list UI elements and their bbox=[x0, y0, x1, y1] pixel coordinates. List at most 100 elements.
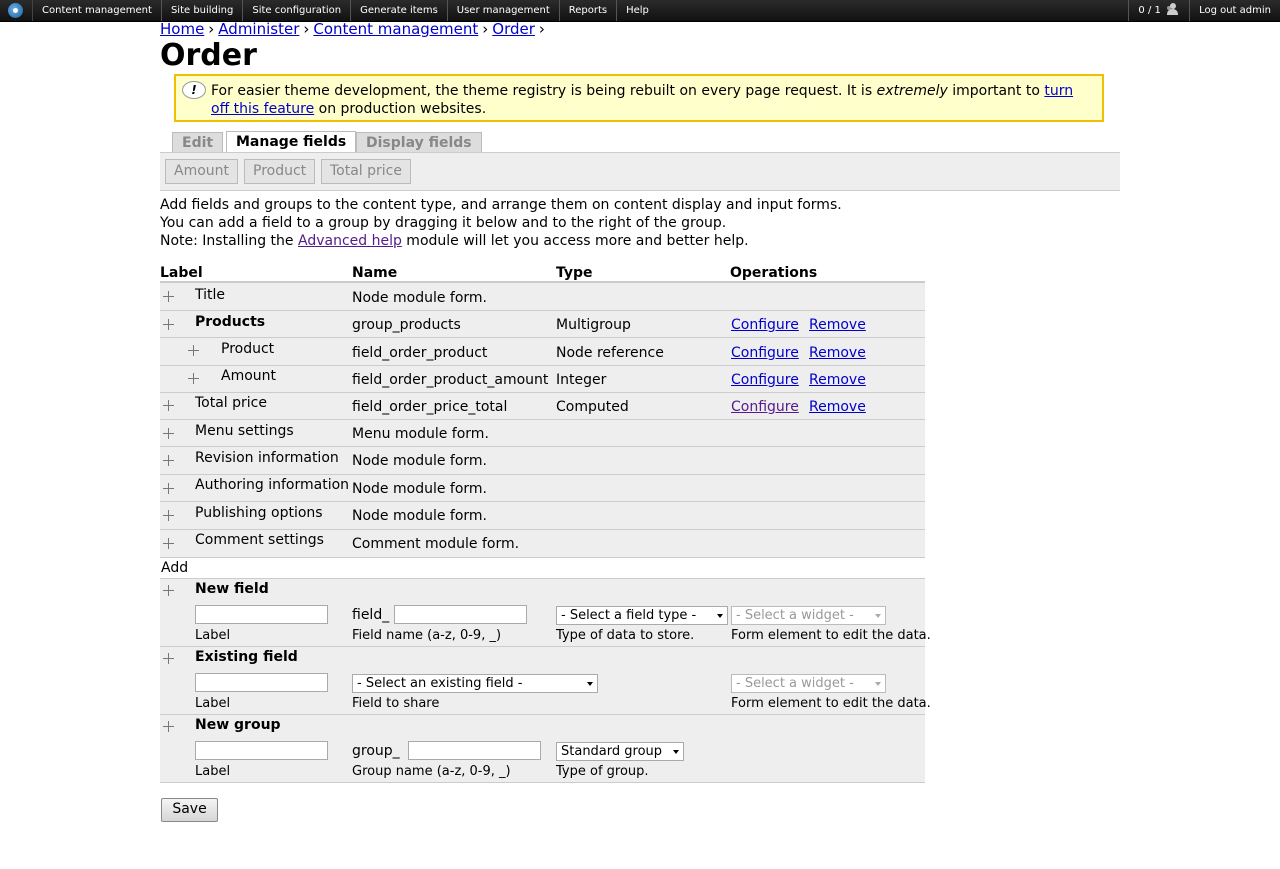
breadcrumb-content-management[interactable]: Content management bbox=[313, 20, 478, 38]
new-group-section: New group Label group_ Group name (a-z, … bbox=[160, 715, 925, 783]
row-name: field_order_price_total bbox=[352, 399, 508, 415]
row-label: Product bbox=[221, 341, 275, 357]
existing-field-select[interactable]: - Select an existing field - bbox=[352, 674, 598, 693]
drag-handle-icon[interactable] bbox=[162, 720, 175, 733]
existing-field-label-input[interactable] bbox=[195, 673, 328, 692]
drag-handle-icon[interactable] bbox=[162, 318, 175, 331]
field-prefix: field_ bbox=[352, 607, 390, 623]
drag-handle-icon[interactable] bbox=[187, 372, 200, 385]
warning-message: ! For easier theme development, the them… bbox=[174, 74, 1104, 122]
row-name: Node module form. bbox=[352, 508, 487, 524]
group-prefix: group_ bbox=[352, 743, 400, 759]
drag-handle-icon[interactable] bbox=[187, 344, 200, 357]
breadcrumb-administer[interactable]: Administer bbox=[218, 20, 299, 38]
tab-manage-fields[interactable]: Manage fields bbox=[226, 131, 357, 154]
help-text: Add fields and groups to the content typ… bbox=[160, 196, 842, 250]
group-type-select[interactable]: Standard group bbox=[556, 742, 684, 761]
drag-handle-icon[interactable] bbox=[162, 290, 175, 303]
admin-menu-site-configuration[interactable]: Site configuration bbox=[242, 0, 350, 21]
breadcrumb-home[interactable]: Home bbox=[160, 20, 204, 38]
admin-menu-generate-items[interactable]: Generate items bbox=[350, 0, 447, 21]
existing-field-title: Existing field bbox=[195, 649, 298, 665]
table-row: Product field_order_product Node referen… bbox=[160, 338, 925, 366]
help-line-3-after: module will let you access more and bett… bbox=[401, 233, 749, 249]
subtab-amount[interactable]: Amount bbox=[165, 159, 239, 184]
existing-field-widget-select[interactable]: - Select a widget - bbox=[731, 674, 886, 693]
subtab-product[interactable]: Product bbox=[244, 159, 316, 184]
drupal-logo-icon[interactable] bbox=[8, 3, 23, 18]
drag-handle-icon[interactable] bbox=[162, 482, 175, 495]
help-line-3-before: Note: Installing the bbox=[160, 233, 298, 249]
table-row: Menu settings Menu module form. bbox=[160, 420, 925, 447]
remove-link[interactable]: Remove bbox=[809, 317, 866, 333]
field-type-select-value: - Select a field type - bbox=[561, 608, 697, 623]
users-icon bbox=[1164, 3, 1180, 15]
breadcrumb-separator: › bbox=[538, 20, 545, 38]
breadcrumb: Home › Administer › Content management › Order… bbox=[160, 20, 549, 38]
admin-menu-help[interactable]: Help bbox=[616, 0, 658, 21]
remove-link[interactable]: Remove bbox=[809, 399, 866, 415]
table-row: Products group_products Multigroup Confi… bbox=[160, 311, 925, 338]
drag-handle-icon[interactable] bbox=[162, 454, 175, 467]
remove-link[interactable]: Remove bbox=[809, 372, 866, 388]
admin-menu-site-building[interactable]: Site building bbox=[160, 0, 242, 21]
drag-handle-icon[interactable] bbox=[162, 509, 175, 522]
new-field-label-caption: Label bbox=[195, 628, 231, 643]
column-header-name: Name bbox=[352, 265, 398, 281]
breadcrumb-separator: › bbox=[208, 20, 215, 38]
logout-link[interactable]: Log out admin bbox=[1189, 0, 1280, 21]
primary-tabs: Edit Manage fields Display fields bbox=[160, 131, 1120, 154]
new-group-label-input[interactable] bbox=[195, 741, 328, 760]
breadcrumb-order[interactable]: Order bbox=[492, 20, 535, 38]
user-counter[interactable]: 0 / 1 bbox=[1128, 0, 1189, 21]
new-group-name-caption: Group name (a-z, 0-9, _) bbox=[352, 764, 511, 779]
table-row: Title Node module form. bbox=[160, 283, 925, 311]
remove-link[interactable]: Remove bbox=[809, 345, 866, 361]
drag-handle-icon[interactable] bbox=[162, 427, 175, 440]
column-header-label: Label bbox=[160, 265, 203, 281]
row-name: Node module form. bbox=[352, 453, 487, 469]
help-line-1: Add fields and groups to the content typ… bbox=[160, 197, 842, 213]
warning-emphasis: extremely bbox=[876, 83, 948, 99]
drag-handle-icon[interactable] bbox=[162, 537, 175, 550]
row-name: Menu module form. bbox=[352, 426, 489, 442]
existing-field-section: Existing field Label - Select an existin… bbox=[160, 647, 931, 715]
new-field-name-input[interactable] bbox=[394, 605, 527, 624]
subtab-total-price[interactable]: Total price bbox=[321, 159, 411, 184]
configure-link[interactable]: Configure bbox=[731, 399, 799, 415]
new-field-label-input[interactable] bbox=[195, 605, 328, 624]
existing-field-label-caption: Label bbox=[195, 696, 231, 711]
advanced-help-link[interactable]: Advanced help bbox=[298, 233, 402, 249]
row-name: field_order_product_amount bbox=[352, 372, 549, 388]
admin-menu-reports[interactable]: Reports bbox=[558, 0, 616, 21]
row-name: field_order_product bbox=[352, 345, 488, 361]
group-type-select-value: Standard group bbox=[561, 744, 663, 759]
existing-field-caption: Field to share bbox=[352, 696, 440, 711]
row-name: Comment module form. bbox=[352, 536, 520, 552]
table-row: Authoring information Node module form. bbox=[160, 475, 925, 502]
table-row: Revision information Node module form. bbox=[160, 447, 925, 475]
tab-display-fields[interactable]: Display fields bbox=[356, 132, 482, 153]
existing-field-widget-select-value: - Select a widget - bbox=[736, 676, 854, 691]
save-button[interactable]: Save bbox=[161, 798, 218, 822]
drag-handle-icon[interactable] bbox=[162, 652, 175, 665]
existing-field-select-value: - Select an existing field - bbox=[357, 676, 523, 691]
configure-link[interactable]: Configure bbox=[731, 372, 799, 388]
admin-menu-user-management[interactable]: User management bbox=[446, 0, 559, 21]
row-label: Title bbox=[195, 287, 226, 303]
row-type: Computed bbox=[556, 399, 629, 415]
tab-edit[interactable]: Edit bbox=[172, 132, 224, 153]
drag-handle-icon[interactable] bbox=[162, 584, 175, 597]
new-group-name-input[interactable] bbox=[408, 741, 541, 760]
table-row: Amount field_order_product_amount Intege… bbox=[160, 366, 925, 393]
drag-handle-icon[interactable] bbox=[162, 399, 175, 412]
table-row: Comment settings Comment module form. bbox=[160, 530, 925, 558]
configure-link[interactable]: Configure bbox=[731, 345, 799, 361]
configure-link[interactable]: Configure bbox=[731, 317, 799, 333]
chevron-down-icon bbox=[875, 682, 881, 686]
help-line-2: You can add a field to a group by draggi… bbox=[160, 215, 727, 231]
new-field-section: New field Label field_ Field name (a-z, … bbox=[160, 579, 931, 647]
new-field-widget-select[interactable]: - Select a widget - bbox=[731, 606, 886, 625]
field-type-select[interactable]: - Select a field type - bbox=[556, 606, 728, 625]
admin-menu-content-management[interactable]: Content management bbox=[32, 0, 161, 21]
